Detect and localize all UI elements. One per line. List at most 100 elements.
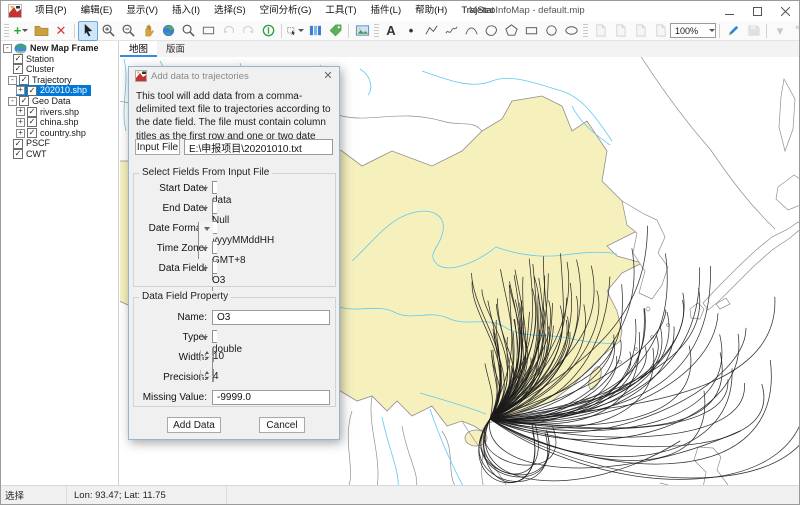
type-row: Type: double — [129, 330, 339, 345]
zoom-level-combo[interactable]: 100% — [670, 23, 716, 38]
chevron-down-icon — [202, 247, 208, 251]
close-button[interactable] — [771, 1, 799, 21]
tree-item-202010-shp[interactable]: +✓202010.shp — [1, 85, 118, 96]
tree-item-geo-data[interactable]: -✓Geo Data — [1, 96, 118, 107]
select-tool-icon[interactable] — [78, 21, 98, 41]
minimize-button[interactable] — [715, 1, 743, 21]
collapse-icon[interactable]: - — [8, 76, 17, 85]
edit-tool-icon[interactable] — [723, 21, 743, 41]
menu-item-help[interactable]: 帮助(H) — [408, 1, 454, 21]
checkbox-checked-icon[interactable]: ✓ — [27, 86, 37, 96]
input-file-field[interactable] — [184, 139, 333, 155]
attribute-table-icon[interactable] — [305, 21, 325, 41]
dialog-close-button[interactable]: ✕ — [317, 67, 339, 85]
add-layer-icon[interactable]: + — [11, 21, 31, 41]
zoom-out-tool-icon[interactable] — [118, 21, 138, 41]
checkbox-checked-icon[interactable]: ✓ — [27, 128, 37, 138]
menu-item-project[interactable]: 项目(P) — [28, 1, 74, 21]
curve-tool-icon[interactable] — [461, 21, 481, 41]
menu-item-edit[interactable]: 编辑(E) — [74, 1, 120, 21]
tree-item-rivers-shp[interactable]: +✓rivers.shp — [1, 107, 118, 118]
missing-value-field[interactable] — [212, 390, 330, 405]
tree-item-trajectory[interactable]: -✓Trajectory — [1, 75, 118, 86]
tree-item-cluster[interactable]: ✓Cluster — [1, 64, 118, 75]
open-file-icon[interactable] — [31, 21, 51, 41]
toolbar-grip[interactable] — [583, 24, 588, 38]
label-features-glyph — [328, 23, 343, 38]
label-features-icon[interactable] — [325, 21, 345, 41]
spinner-buttons[interactable] — [200, 370, 213, 381]
pan-tool-glyph — [141, 23, 156, 38]
zoom-value: 100% — [675, 26, 708, 36]
checkbox-checked-icon[interactable]: ✓ — [27, 117, 37, 127]
collapse-icon[interactable]: - — [3, 44, 12, 53]
menu-item-spatial-analysis[interactable]: 空间分析(G) — [253, 1, 319, 21]
width-spinner[interactable]: 10 — [212, 349, 214, 362]
add-image-icon[interactable] — [352, 21, 372, 41]
checkbox-checked-icon[interactable]: ✓ — [19, 96, 29, 106]
pan-tool-icon[interactable] — [138, 21, 158, 41]
curve-tool-glyph — [464, 23, 479, 38]
add-data-button[interactable]: Add Data — [167, 417, 221, 433]
polygon-tool-icon[interactable] — [501, 21, 521, 41]
text-tool-icon[interactable]: A — [381, 21, 401, 41]
status-coordinates: Lon: 93.47; Lat: 11.75 — [67, 486, 227, 504]
rectangle-tool-icon[interactable] — [521, 21, 541, 41]
tree-item-china-shp[interactable]: +✓china.shp — [1, 117, 118, 128]
spin-down-icon — [205, 377, 209, 380]
expand-icon[interactable]: + — [16, 129, 25, 138]
cancel-button[interactable]: Cancel — [259, 417, 305, 433]
collapse-icon[interactable]: - — [8, 97, 17, 106]
save-edits-glyph — [746, 23, 761, 38]
dialog-titlebar[interactable]: Add data to trajectories ✕ — [129, 67, 339, 85]
precision-spinner[interactable]: 4 — [212, 369, 214, 382]
tab-map[interactable]: 地图 — [120, 41, 157, 57]
remove-layer-icon[interactable]: ✕ — [51, 21, 71, 41]
tree-item-station[interactable]: ✓Station — [1, 54, 118, 65]
ellipse-tool-icon[interactable] — [561, 21, 581, 41]
expand-icon[interactable]: + — [16, 86, 25, 95]
polyline-tool-icon[interactable] — [421, 21, 441, 41]
checkbox-checked-icon[interactable]: ✓ — [19, 75, 29, 85]
input-file-button[interactable]: Input File — [135, 139, 180, 155]
zoom-to-extent-icon[interactable] — [198, 21, 218, 41]
text-tool-glyph: A — [386, 24, 395, 38]
time-zone-row: Time Zone: GMT+8 — [129, 241, 339, 256]
tree-item-cwt[interactable]: ✓CWT — [1, 149, 118, 160]
maximize-button[interactable] — [743, 1, 771, 21]
toolbar-separator — [766, 24, 767, 38]
freehand-tool-icon[interactable] — [441, 21, 461, 41]
menu-item-insert[interactable]: 插入(I) — [165, 1, 207, 21]
checkbox-checked-icon[interactable]: ✓ — [13, 149, 23, 159]
zoom-to-layer-icon[interactable] — [178, 21, 198, 41]
menu-item-selection[interactable]: 选择(S) — [207, 1, 253, 21]
zoom-in-tool-glyph — [101, 23, 116, 38]
tree-item-pscf[interactable]: ✓PSCF — [1, 138, 118, 149]
checkbox-checked-icon[interactable]: ✓ — [27, 107, 37, 117]
select-features-icon[interactable] — [285, 21, 305, 41]
tab-layout[interactable]: 版面 — [157, 41, 194, 57]
circle-tool-icon[interactable] — [541, 21, 561, 41]
toolbar-grip[interactable] — [4, 24, 9, 38]
tree-item-new-map-frame[interactable]: - New Map Frame — [1, 43, 118, 54]
expand-icon[interactable]: + — [16, 107, 25, 116]
checkbox-checked-icon[interactable]: ✓ — [13, 64, 23, 74]
circle-tool-glyph — [544, 23, 559, 38]
curve-polygon-tool-icon[interactable] — [481, 21, 501, 41]
checkbox-checked-icon[interactable]: ✓ — [13, 54, 23, 64]
full-extent-icon[interactable] — [158, 21, 178, 41]
menu-item-plugins[interactable]: 插件(L) — [364, 1, 409, 21]
tree-item-country-shp[interactable]: +✓country.shp — [1, 128, 118, 139]
zoom-in-tool-icon[interactable] — [98, 21, 118, 41]
checkbox-checked-icon[interactable]: ✓ — [13, 139, 23, 149]
meteoinfomap-window: 项目(P) 编辑(E) 显示(V) 插入(I) 选择(S) 空间分析(G) 工具… — [0, 0, 800, 505]
menu-item-tools[interactable]: 工具(T) — [318, 1, 363, 21]
identify-icon[interactable] — [258, 21, 278, 41]
view-tabs: 地图 版面 — [120, 41, 799, 58]
point-tool-icon[interactable]: • — [401, 21, 421, 41]
spinner-buttons[interactable] — [200, 350, 213, 361]
expand-icon[interactable]: + — [16, 118, 25, 127]
toolbar-grip[interactable] — [374, 24, 379, 38]
name-field[interactable] — [212, 310, 330, 325]
menu-item-view[interactable]: 显示(V) — [119, 1, 165, 21]
